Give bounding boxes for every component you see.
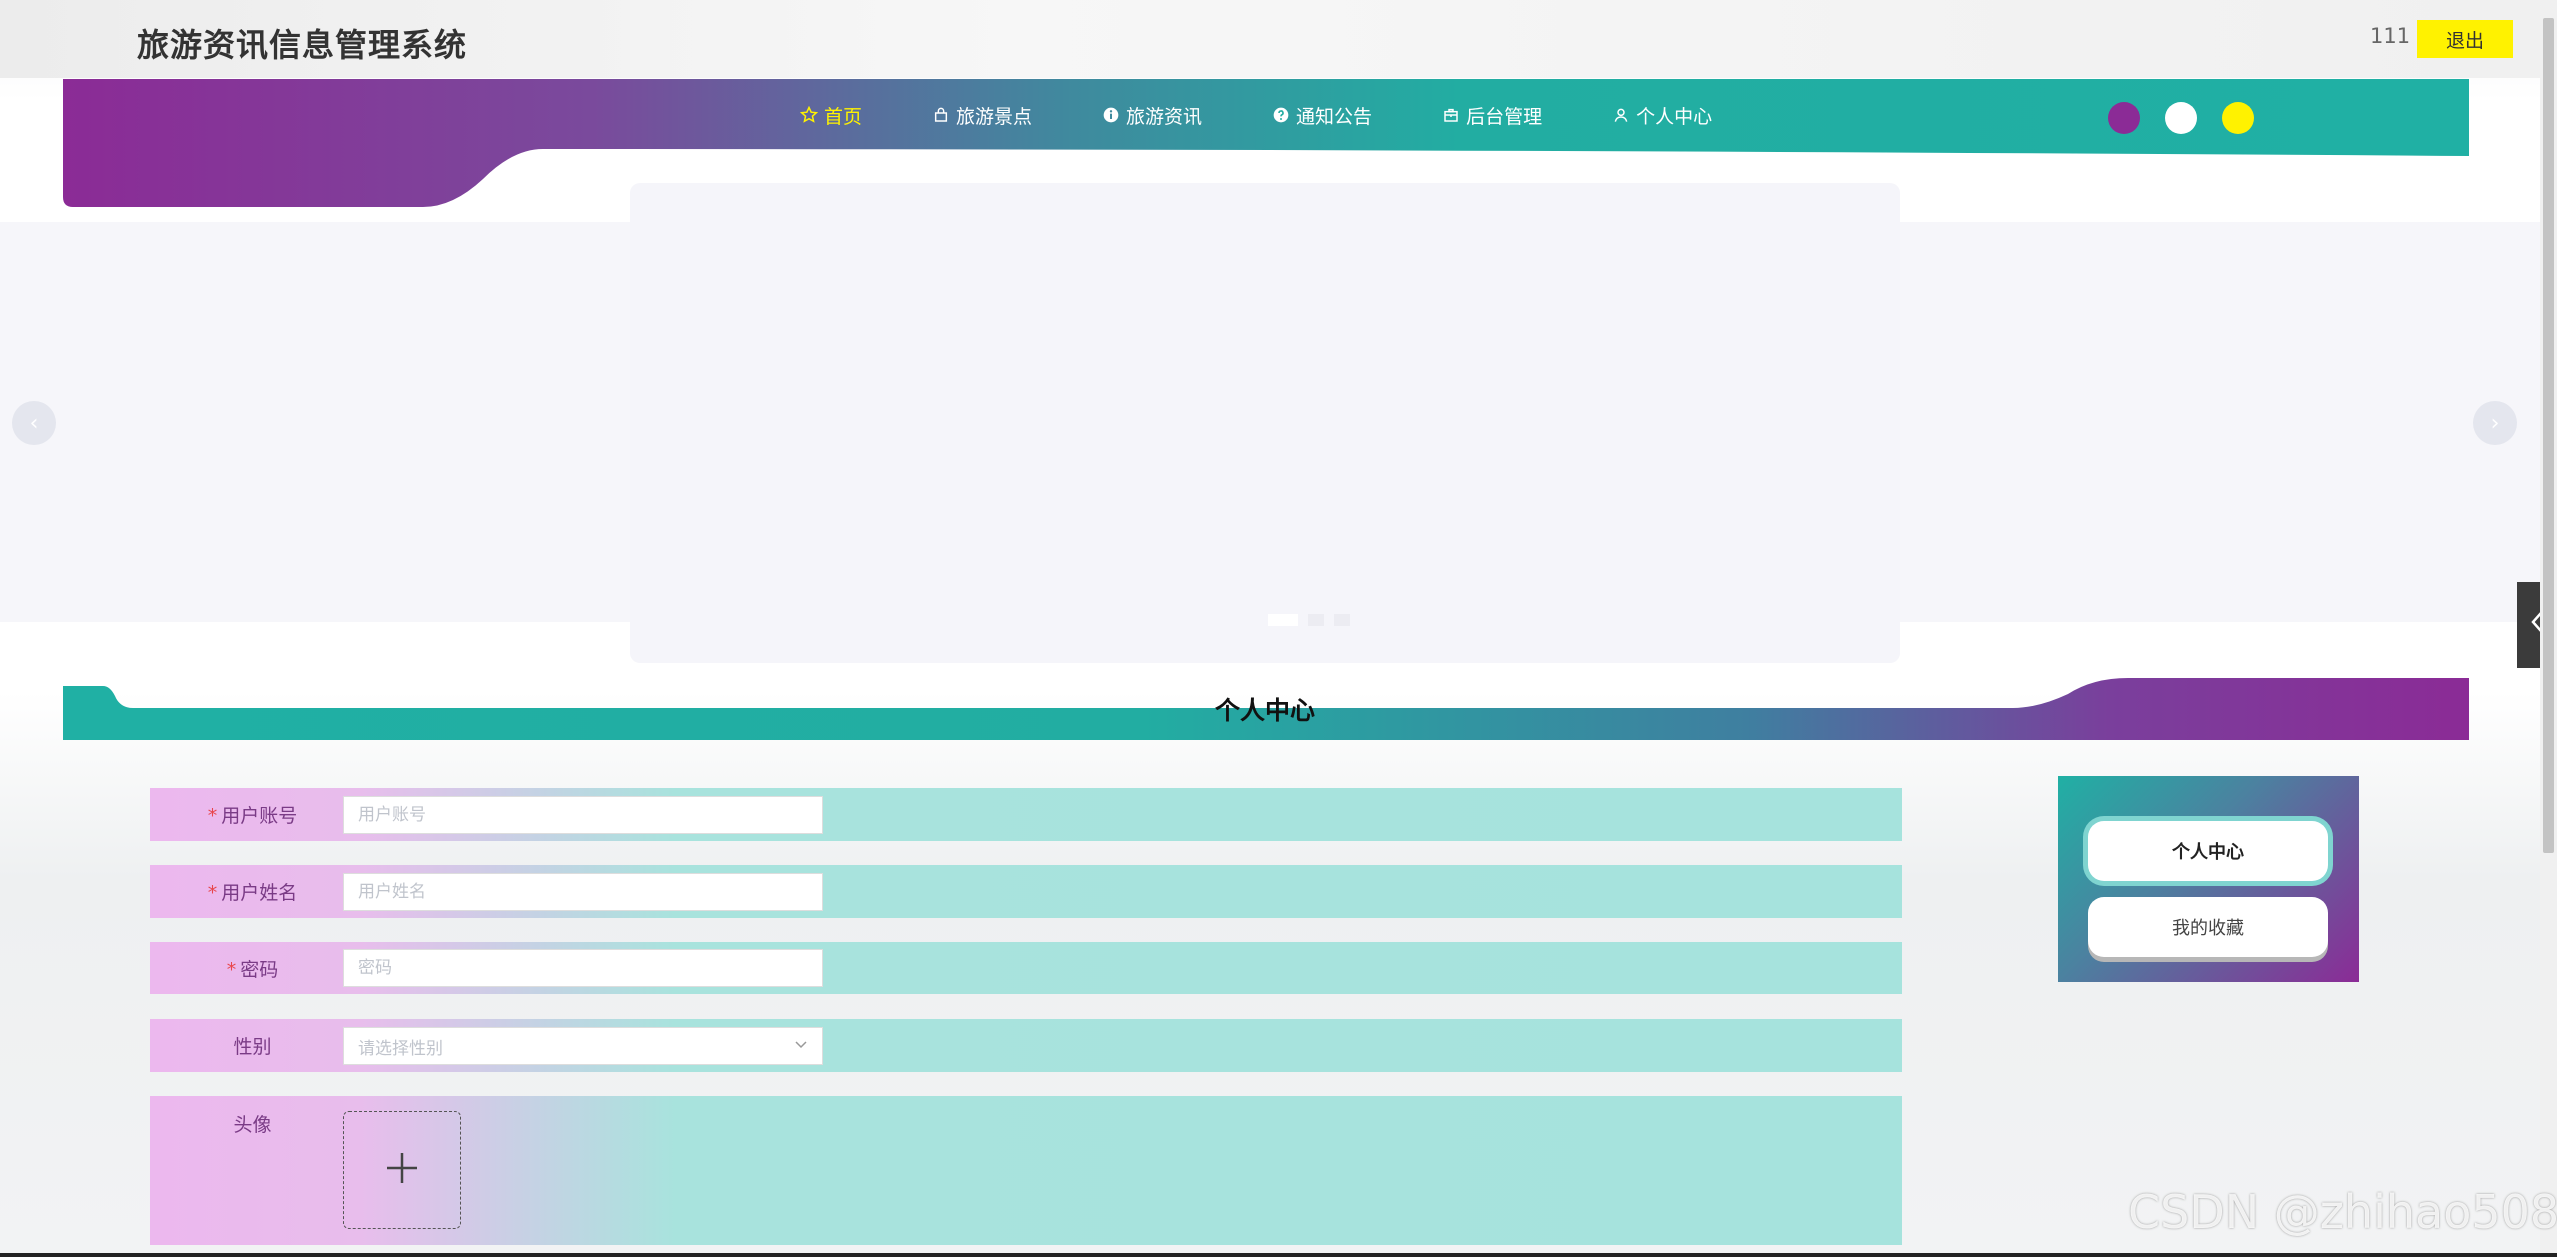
top-bar: 旅游资讯信息管理系统 111 退出 [0,0,2540,78]
account-input[interactable] [343,796,823,834]
gender-select[interactable]: 请选择性别 [343,1027,823,1065]
form-label: * 用户账号 [207,805,298,827]
section-title: 个人中心 [1214,696,1315,725]
help-icon [1272,106,1290,124]
user-icon [1612,106,1630,124]
carousel-indicator[interactable] [1334,614,1350,626]
username: 111 [2370,24,2411,48]
gender-select-placeholder: 请选择性别 [358,1038,443,1059]
required-marker: * [207,882,218,904]
nav-item-notices[interactable]: 通知公告 [1272,102,1372,129]
form-row-name: * 用户姓名 [150,865,1902,918]
bottom-edge [0,1253,2557,1257]
password-input[interactable] [343,949,823,987]
scrollbar-thumb[interactable] [2543,18,2554,853]
nav-item-label: 旅游景点 [956,105,1033,128]
menu-item-profile[interactable]: 个人中心 [2088,821,2328,881]
theme-dot-yellow[interactable] [2222,102,2254,134]
nav-item-label: 通知公告 [1296,105,1373,128]
plus-icon [384,1150,420,1190]
nav-item-home[interactable]: 首页 [800,102,862,129]
menu-item-favorites[interactable]: 我的收藏 [2088,897,2328,957]
app-title: 旅游资讯信息管理系统 [137,26,468,64]
nav-item-news[interactable]: 旅游资讯 [1102,102,1202,129]
carousel-slide[interactable] [630,183,1900,663]
carousel-next-button[interactable]: › [2473,401,2517,445]
carousel-indicator[interactable] [1268,614,1298,626]
carousel-indicator[interactable] [1308,614,1324,626]
theme-dot-purple[interactable] [2108,102,2140,134]
form-row-avatar: 头像 [150,1096,1902,1245]
form-row-password: * 密码 [150,942,1902,994]
nav-item-label: 个人中心 [1636,105,1713,128]
nav-item-label: 后台管理 [1466,105,1543,128]
name-input[interactable] [343,873,823,911]
form-label: * 密码 [226,959,279,981]
carousel-indicators [1268,614,1350,626]
star-icon [800,106,818,124]
nav-item-label: 旅游资讯 [1126,105,1203,128]
carousel-prev-button[interactable]: ‹ [12,401,56,445]
nav-item-profile[interactable]: 个人中心 [1612,102,1712,129]
form-label: 头像 [233,1114,272,1136]
nav-item-attractions[interactable]: 旅游景点 [932,102,1032,129]
form-row-account: * 用户账号 [150,788,1902,841]
bag-icon [932,106,950,124]
nav-item-admin[interactable]: 后台管理 [1442,102,1542,129]
logout-button[interactable]: 退出 [2417,20,2513,58]
profile-side-menu: 个人中心 我的收藏 [2058,776,2359,982]
required-marker: * [226,959,237,981]
nav-item-label: 首页 [824,105,863,128]
page: 旅游资讯信息管理系统 111 退出 首页 旅游景点 旅游资讯 通知公告 后台管理… [0,0,2557,1257]
theme-dot-white[interactable] [2165,102,2197,134]
form-row-gender: 性别 请选择性别 [150,1019,1902,1072]
required-marker: * [207,805,218,827]
form-label: 性别 [233,1036,272,1058]
box-icon [1442,106,1460,124]
avatar-upload[interactable] [343,1111,461,1229]
chevron-down-icon [794,1036,808,1055]
nav-menu: 首页 旅游景点 旅游资讯 通知公告 后台管理 个人中心 [800,99,1782,131]
form-label: * 用户姓名 [207,882,298,904]
watermark: CSDN @zhihao508 [2128,1185,2557,1239]
info-icon [1102,106,1120,124]
